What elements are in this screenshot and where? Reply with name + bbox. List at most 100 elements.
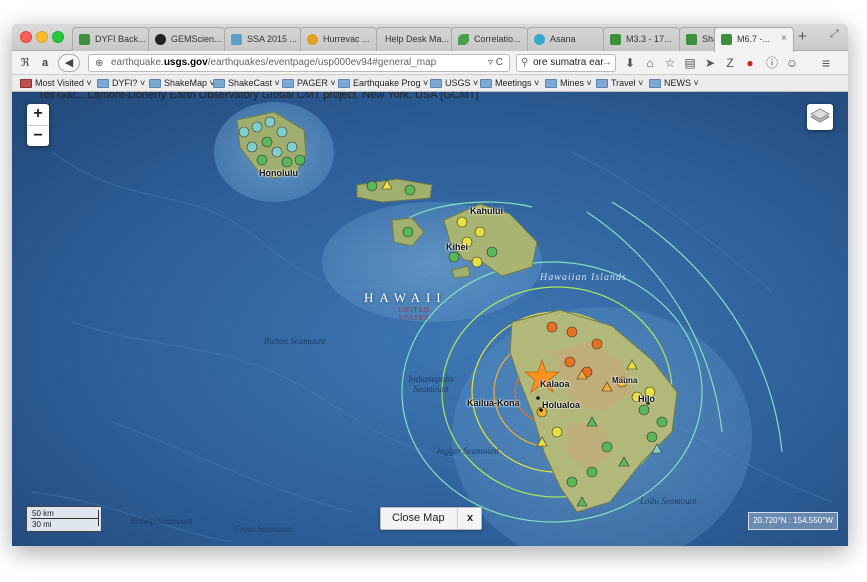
station-point[interactable] — [251, 121, 263, 133]
station-point[interactable] — [402, 226, 414, 238]
station-point[interactable] — [471, 256, 483, 268]
bookmark-pager[interactable]: PAGER ˅ — [282, 77, 336, 90]
github-icon — [155, 34, 166, 45]
station-point[interactable] — [294, 154, 306, 166]
tab-favicon-icon — [721, 34, 732, 45]
close-window-button[interactable] — [20, 31, 32, 43]
chat-icon[interactable]: ☺ — [784, 54, 800, 72]
bookmark-earthquake-prog[interactable]: Earthquake Prog ˅ — [338, 77, 428, 90]
station-point[interactable] — [546, 321, 558, 333]
menu-icon[interactable]: ≡ — [818, 54, 834, 72]
station-point[interactable] — [366, 180, 378, 192]
folder-icon — [149, 79, 161, 88]
home-icon[interactable]: ⌂ — [642, 54, 658, 72]
close-tab-icon[interactable]: × — [781, 28, 787, 50]
bookmark-news[interactable]: NEWS ˅ — [649, 77, 699, 90]
reading-list-icon[interactable]: ▤ — [682, 54, 698, 72]
station-point[interactable] — [486, 246, 498, 258]
tab-label: M3.3 - 17... — [626, 34, 672, 44]
station-point[interactable] — [246, 141, 258, 153]
bookmark-mines[interactable]: Mines ˅ — [545, 77, 592, 90]
folder-icon — [282, 79, 294, 88]
station-point[interactable] — [551, 426, 563, 438]
tab-hurrevac[interactable]: Hurrevac ... — [300, 27, 377, 51]
station-point[interactable] — [656, 416, 668, 428]
station-point[interactable] — [238, 126, 250, 138]
search-value: ore sumatra ear — [533, 57, 604, 68]
url-prefix: earthquake. — [111, 57, 164, 68]
folder-icon — [649, 79, 661, 88]
bookmark-label: Travel ˅ — [611, 78, 644, 88]
station-point[interactable] — [404, 184, 416, 196]
maximize-window-button[interactable] — [52, 31, 64, 43]
tab-correlation[interactable]: Correlatio... — [451, 27, 528, 51]
amazon-icon[interactable]: a — [38, 54, 52, 72]
bookmark-shakecast[interactable]: ShakeCast ˅ — [213, 77, 280, 90]
bookmark-meetings[interactable]: Meetings ˅ — [480, 77, 539, 90]
station-point[interactable] — [281, 156, 293, 168]
tab-asana[interactable]: Asana — [527, 27, 604, 51]
search-input[interactable]: ⚲ ore sumatra ear → — [516, 54, 616, 72]
label-indianapolis-seamount: Indianapolis Seamount — [408, 374, 454, 394]
bookmark-dyfi[interactable]: DYFI? ˅ — [97, 77, 145, 90]
zoom-out-button[interactable]: − — [27, 125, 49, 146]
tab-dyfi[interactable]: DYFI Back... — [72, 27, 149, 51]
station-point[interactable] — [646, 431, 658, 443]
bookmark-label: Meetings ˅ — [495, 78, 540, 88]
station-point[interactable] — [448, 251, 460, 263]
send-icon[interactable]: ➤ — [702, 54, 718, 72]
zotero-icon[interactable]: Z — [722, 54, 738, 72]
label-holualoa: Holualoa — [542, 400, 581, 410]
bookmark-usgs[interactable]: USGS ˅ — [430, 77, 478, 90]
reload-icon[interactable]: ▿ C — [488, 55, 503, 71]
tab-m67-active[interactable]: M6.7 -... × — [714, 27, 794, 52]
station-point[interactable] — [256, 154, 268, 166]
download-icon[interactable]: ⬇ — [622, 54, 638, 72]
bookmark-most-visited[interactable]: Most Visited ˅ — [20, 77, 92, 90]
station-point[interactable] — [566, 326, 578, 338]
asana-icon — [534, 34, 545, 45]
bookmark-label: USGS ˅ — [445, 78, 479, 88]
station-point[interactable] — [566, 476, 578, 488]
station-point[interactable] — [564, 356, 576, 368]
info-icon[interactable]: ⓘ — [764, 54, 780, 72]
station-point[interactable] — [261, 136, 273, 148]
bookmark-travel[interactable]: Travel ˅ — [596, 77, 643, 90]
station-point[interactable] — [276, 126, 288, 138]
zoom-in-button[interactable]: + — [27, 104, 49, 125]
station-point[interactable] — [474, 226, 486, 238]
tab-gemscience[interactable]: GEMScien... — [148, 27, 225, 51]
station-point[interactable] — [456, 216, 468, 228]
tab-ssa[interactable]: SSA 2015 ... — [224, 27, 301, 51]
station-point[interactable] — [638, 404, 650, 416]
fullscreen-icon[interactable]: ⤢ — [830, 28, 839, 41]
address-bar[interactable]: ⊕ earthquake.usgs.gov/earthquakes/eventp… — [88, 54, 510, 72]
station-point[interactable] — [586, 466, 598, 478]
new-tab-button[interactable]: + — [798, 28, 807, 46]
label-kailua-kona: Kailua-Kona — [467, 398, 520, 408]
search-icon: ⚲ — [521, 57, 529, 68]
layers-button[interactable] — [807, 104, 833, 130]
bookmark-star-icon[interactable]: ☆ — [662, 54, 678, 72]
label-bishop-seamount: Bishop Seamount — [130, 516, 193, 526]
close-map-x-button[interactable]: x — [457, 508, 482, 529]
map-page: Tell Gar... Lamont-Doherty Earth Observa… — [12, 92, 848, 546]
adblock-icon[interactable]: ● — [742, 54, 758, 72]
station-point[interactable] — [286, 141, 298, 153]
rss-icon[interactable]: ℜ — [18, 54, 32, 72]
back-button[interactable]: ◀ — [58, 54, 80, 72]
close-map-button[interactable]: Close Map — [392, 508, 445, 529]
search-go-icon[interactable]: → — [602, 55, 612, 71]
folder-icon — [480, 79, 492, 88]
station-point[interactable] — [601, 441, 613, 453]
tab-m33[interactable]: M3.3 - 17... — [603, 27, 680, 51]
station-point[interactable] — [271, 146, 283, 158]
label-hilo: Hilo — [638, 394, 655, 404]
browser-window: DYFI Back... GEMScien... SSA 2015 ... Hu… — [12, 24, 848, 546]
station-point[interactable] — [591, 338, 603, 350]
scale-bar: 50 km 30 mi — [26, 506, 102, 532]
minimize-window-button[interactable] — [36, 31, 48, 43]
tab-helpdesk[interactable]: Help Desk Ma... — [376, 27, 452, 51]
bookmark-shakemap[interactable]: ShakeMap ˅ — [149, 77, 215, 90]
station-point[interactable] — [264, 116, 276, 128]
